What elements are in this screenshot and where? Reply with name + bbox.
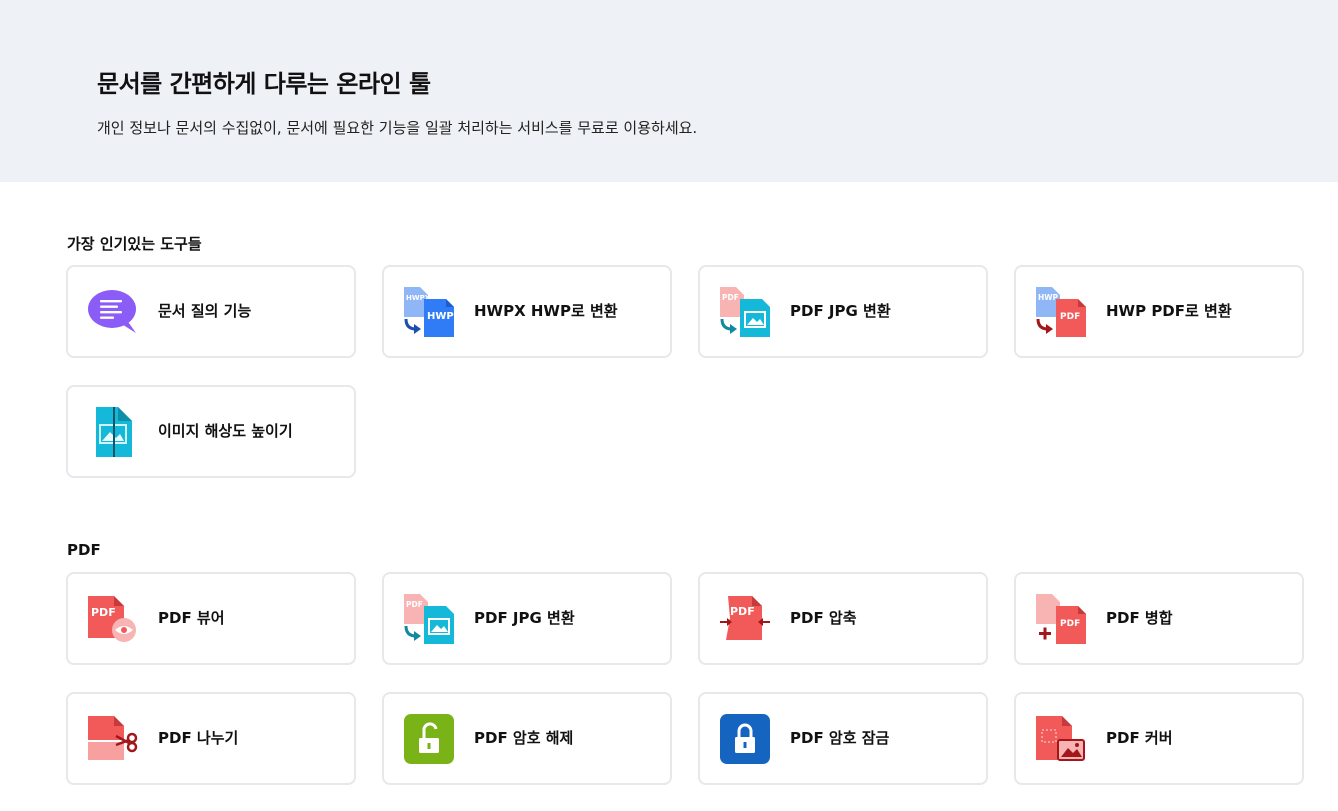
- section-title-popular: 가장 인기있는 도구들: [67, 235, 202, 253]
- unlock-icon: [402, 714, 456, 764]
- tool-card-pdf-to-jpg[interactable]: PDF PDF JPG 변환: [698, 265, 988, 358]
- pdf-to-jpg-icon: PDF: [402, 594, 456, 644]
- hero-banner: 문서를 간편하게 다루는 온라인 툴 개인 정보나 문서의 수집없이, 문서에 …: [0, 0, 1338, 182]
- tool-card-pdf-compress[interactable]: PDF PDF 압축: [698, 572, 988, 665]
- hwp-to-pdf-icon: HWP PDF: [1034, 287, 1088, 337]
- pdf-compress-icon: PDF: [718, 594, 772, 644]
- image-upscale-icon: [86, 407, 140, 457]
- tool-label: PDF 병합: [1106, 609, 1173, 627]
- page-title: 문서를 간편하게 다루는 온라인 툴: [97, 70, 431, 98]
- tool-card-pdf-lock[interactable]: PDF 암호 잠금: [698, 692, 988, 785]
- pdf-viewer-icon: PDF: [86, 594, 140, 644]
- tool-card-hwpx-to-hwp[interactable]: HWPX HWP HWPX HWP로 변환: [382, 265, 672, 358]
- icon-text: HWP: [427, 311, 454, 322]
- tool-label: PDF 암호 해제: [474, 729, 574, 747]
- page-subtitle: 개인 정보나 문서의 수집없이, 문서에 필요한 기능을 일괄 처리하는 서비스…: [97, 119, 698, 137]
- tool-label: PDF JPG 변환: [790, 302, 891, 320]
- tool-card-image-upscale[interactable]: 이미지 해상도 높이기: [66, 385, 356, 478]
- tool-card-pdf-viewer[interactable]: PDF PDF 뷰어: [66, 572, 356, 665]
- icon-text: PDF: [730, 605, 755, 618]
- pdf-cover-icon: [1034, 714, 1088, 764]
- icon-text: HWP: [1038, 293, 1059, 302]
- section-title-pdf: PDF: [67, 541, 101, 559]
- tool-label: PDF 압축: [790, 609, 857, 627]
- tool-card-pdf-split[interactable]: PDF 나누기: [66, 692, 356, 785]
- tool-label: HWP PDF로 변환: [1106, 302, 1232, 320]
- tool-label: HWPX HWP로 변환: [474, 302, 618, 320]
- tool-label: 이미지 해상도 높이기: [158, 422, 293, 440]
- icon-text: PDF: [1060, 619, 1080, 629]
- tool-card-pdf-unlock[interactable]: PDF 암호 해제: [382, 692, 672, 785]
- tool-label: PDF 뷰어: [158, 609, 225, 627]
- pdf-to-jpg-icon: PDF: [718, 287, 772, 337]
- tool-card-pdf-merge[interactable]: PDF PDF 병합: [1014, 572, 1304, 665]
- lock-icon: [718, 714, 772, 764]
- icon-text: PDF: [1060, 312, 1080, 322]
- tool-card-document-qa[interactable]: 문서 질의 기능: [66, 265, 356, 358]
- tool-card-hwp-to-pdf[interactable]: HWP PDF HWP PDF로 변환: [1014, 265, 1304, 358]
- tool-label: PDF 커버: [1106, 729, 1173, 747]
- pdf-split-icon: [86, 714, 140, 764]
- chat-bubble-icon: [86, 287, 140, 337]
- tool-card-pdf-to-jpg-2[interactable]: PDF PDF JPG 변환: [382, 572, 672, 665]
- pdf-merge-icon: PDF: [1034, 594, 1088, 644]
- icon-text: PDF: [91, 606, 116, 619]
- tool-card-pdf-cover[interactable]: PDF 커버: [1014, 692, 1304, 785]
- tool-label: PDF 암호 잠금: [790, 729, 890, 747]
- hwpx-to-hwp-icon: HWPX HWP: [402, 287, 456, 337]
- tool-label: PDF 나누기: [158, 729, 239, 747]
- icon-text: PDF: [722, 293, 739, 302]
- tool-label: PDF JPG 변환: [474, 609, 575, 627]
- icon-text: PDF: [406, 600, 423, 609]
- tool-label: 문서 질의 기능: [158, 302, 252, 320]
